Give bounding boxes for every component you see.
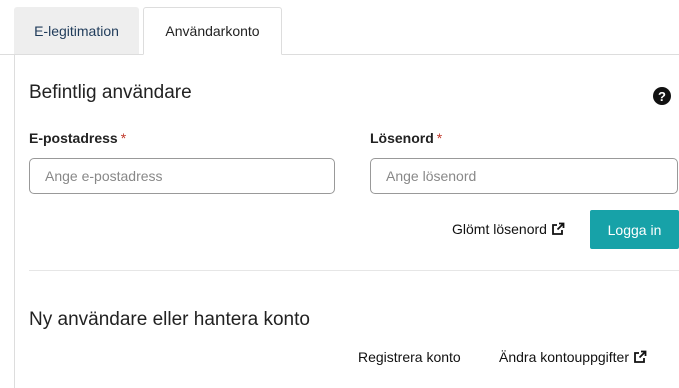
email-label: E-postadress * xyxy=(29,130,126,146)
panel-border xyxy=(14,54,15,388)
existing-user-heading: Befintlig användare xyxy=(29,82,192,103)
tab-anvandarkonto[interactable]: Användarkonto xyxy=(143,7,282,55)
forgot-password-link[interactable]: Glömt lösenord xyxy=(452,221,565,237)
forgot-password-label: Glömt lösenord xyxy=(452,221,547,237)
email-label-text: E-postadress xyxy=(29,130,118,146)
new-user-heading: Ny användare eller hantera konto xyxy=(29,309,310,330)
login-panel: E-legitimation Användarkonto Befintlig a… xyxy=(0,0,679,388)
section-divider xyxy=(29,270,679,271)
password-label: Lösenord * xyxy=(370,130,442,146)
question-circle-icon[interactable]: ? xyxy=(653,87,671,105)
tab-anvandarkonto-label: Användarkonto xyxy=(165,23,260,39)
login-button[interactable]: Logga in xyxy=(590,210,679,249)
tab-bar: E-legitimation Användarkonto xyxy=(0,0,679,55)
register-account-link[interactable]: Registrera konto xyxy=(358,349,461,365)
change-account-details-label: Ändra kontouppgifter xyxy=(499,349,629,365)
external-link-icon xyxy=(552,222,565,235)
email-field[interactable] xyxy=(29,158,335,194)
password-field[interactable] xyxy=(370,158,678,194)
external-link-icon xyxy=(634,350,647,363)
tab-e-legitimation-label: E-legitimation xyxy=(34,22,119,39)
password-label-text: Lösenord xyxy=(370,130,434,146)
change-account-details-link[interactable]: Ändra kontouppgifter xyxy=(499,349,647,365)
email-required-marker: * xyxy=(120,130,127,146)
tab-e-legitimation[interactable]: E-legitimation xyxy=(14,7,139,54)
password-required-marker: * xyxy=(436,130,443,146)
